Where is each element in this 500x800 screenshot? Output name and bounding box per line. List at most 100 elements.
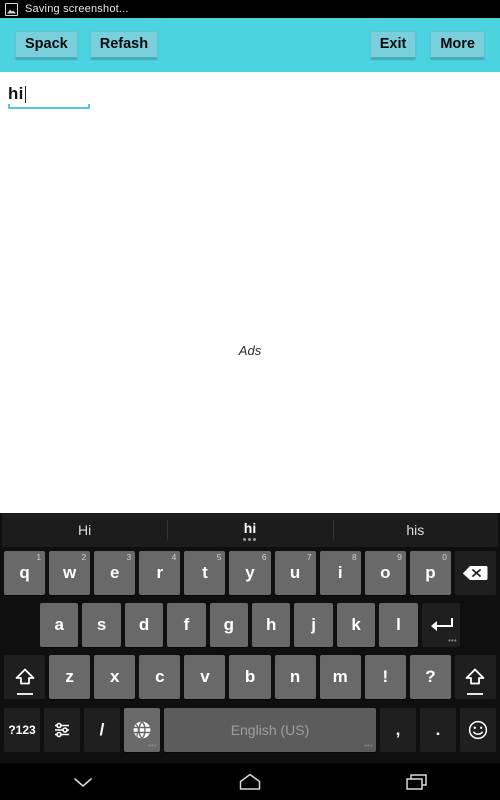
key-n[interactable]: n: [274, 655, 316, 699]
status-bar-text: Saving screenshot...: [25, 3, 129, 15]
screenshot-image-icon: [5, 2, 18, 16]
key-m[interactable]: m: [319, 655, 361, 699]
key-label: j: [311, 615, 316, 634]
key-hint: 5: [216, 552, 222, 562]
key-i[interactable]: 8i: [319, 551, 361, 595]
shift-icon: [15, 668, 35, 686]
shift-indicator: [467, 693, 484, 695]
toolbar-right-group: Exit More: [369, 30, 485, 60]
key-t[interactable]: 5t: [184, 551, 226, 595]
key-e[interactable]: 3e: [94, 551, 136, 595]
space-key-label: English (US): [230, 722, 310, 738]
toolbar-left-group: Spack Refash: [15, 30, 159, 60]
shift-key-left[interactable]: [4, 655, 46, 699]
suggestion-item[interactable]: Hi: [2, 513, 167, 547]
keyboard-row-4: ?123 / ••• English (US) ••• , .: [2, 703, 498, 757]
key-r[interactable]: 4r: [139, 551, 181, 595]
app-screen: Saving screenshot... Spack Refash Exit M…: [0, 0, 500, 800]
slash-key[interactable]: /: [83, 708, 120, 752]
soft-keyboard: Hi hi his 1q 2w 3e 4r 5t 6y 7u 8i 9o 0p: [0, 513, 500, 763]
key-x[interactable]: x: [94, 655, 136, 699]
shift-icon: [465, 668, 485, 686]
hide-keyboard-button[interactable]: [48, 763, 118, 800]
key-exclamation[interactable]: !: [364, 655, 406, 699]
shift-key-right[interactable]: [454, 655, 497, 699]
text-input-field[interactable]: hi: [8, 84, 90, 109]
text-input-underline: [8, 104, 90, 109]
key-label: r: [156, 563, 164, 582]
recent-apps-button[interactable]: [382, 763, 452, 800]
key-label: .: [435, 720, 441, 739]
key-z[interactable]: z: [49, 655, 91, 699]
period-key[interactable]: .: [420, 708, 457, 752]
key-label: g: [223, 615, 235, 634]
ads-placeholder: Ads: [238, 343, 262, 358]
key-y[interactable]: 6y: [229, 551, 271, 595]
comma-key[interactable]: ,: [380, 708, 417, 752]
keyboard-row-2: a s d f g h j k l •••: [2, 599, 498, 651]
suggestion-label: his: [406, 522, 425, 538]
key-s[interactable]: s: [82, 603, 121, 647]
key-label: e: [110, 563, 120, 582]
key-w[interactable]: 2w: [49, 551, 91, 595]
key-label: k: [351, 615, 361, 634]
key-d[interactable]: d: [124, 603, 164, 647]
suggestion-label: hi: [243, 519, 257, 536]
key-hint: 6: [261, 552, 267, 562]
key-h[interactable]: h: [252, 603, 291, 647]
key-label: u: [289, 563, 301, 582]
space-key[interactable]: English (US) •••: [163, 708, 377, 752]
long-press-dots-icon: •••: [364, 743, 374, 750]
key-u[interactable]: 7u: [274, 551, 316, 595]
keyboard-row-1: 1q 2w 3e 4r 5t 6y 7u 8i 9o 0p: [2, 547, 498, 599]
hide-keyboard-chevron-down-icon: [71, 775, 95, 789]
key-question[interactable]: ?: [409, 655, 451, 699]
exit-button[interactable]: Exit: [369, 30, 417, 60]
key-label: i: [337, 563, 343, 582]
key-label: n: [289, 667, 301, 686]
key-b[interactable]: b: [229, 655, 271, 699]
key-j[interactable]: j: [294, 603, 333, 647]
key-hint: 7: [306, 552, 312, 562]
keyboard-settings-key[interactable]: [43, 708, 80, 752]
refash-button[interactable]: Refash: [89, 30, 159, 60]
long-press-dots-icon: •••: [448, 638, 458, 645]
key-label: m: [332, 667, 348, 686]
key-p[interactable]: 0p: [409, 551, 451, 595]
symbols-key[interactable]: ?123: [4, 708, 40, 752]
key-label: t: [202, 563, 208, 582]
emoji-key[interactable]: [460, 708, 496, 752]
language-globe-icon: [132, 720, 152, 740]
home-button[interactable]: [215, 763, 285, 800]
text-input-value-row: hi: [8, 84, 90, 104]
key-f[interactable]: f: [167, 603, 206, 647]
key-a[interactable]: a: [40, 603, 79, 647]
spack-button[interactable]: Spack: [15, 30, 78, 60]
key-label: q: [19, 563, 30, 582]
key-label: !: [382, 667, 389, 686]
key-label: ?123: [8, 723, 36, 737]
key-hint: 2: [81, 552, 87, 562]
key-o[interactable]: 9o: [364, 551, 406, 595]
suggestion-more-dots-icon: [243, 537, 257, 541]
backspace-key[interactable]: [454, 551, 497, 595]
enter-key[interactable]: •••: [421, 603, 461, 647]
key-label: w: [63, 563, 77, 582]
suggestion-item-selected[interactable]: hi: [167, 513, 332, 547]
key-label: p: [425, 563, 436, 582]
backspace-icon: [462, 565, 488, 581]
language-switch-key[interactable]: •••: [123, 708, 160, 752]
more-button[interactable]: More: [430, 30, 485, 60]
key-label: o: [380, 563, 391, 582]
key-hint: 0: [442, 552, 447, 562]
suggestion-item[interactable]: his: [332, 513, 498, 547]
key-g[interactable]: g: [209, 603, 249, 647]
key-l[interactable]: l: [379, 603, 418, 647]
key-v[interactable]: v: [184, 655, 226, 699]
key-label: c: [155, 667, 165, 686]
suggestion-label: Hi: [78, 522, 92, 538]
key-label: l: [396, 615, 401, 634]
key-q[interactable]: 1q: [4, 551, 46, 595]
key-k[interactable]: k: [336, 603, 376, 647]
key-c[interactable]: c: [139, 655, 181, 699]
